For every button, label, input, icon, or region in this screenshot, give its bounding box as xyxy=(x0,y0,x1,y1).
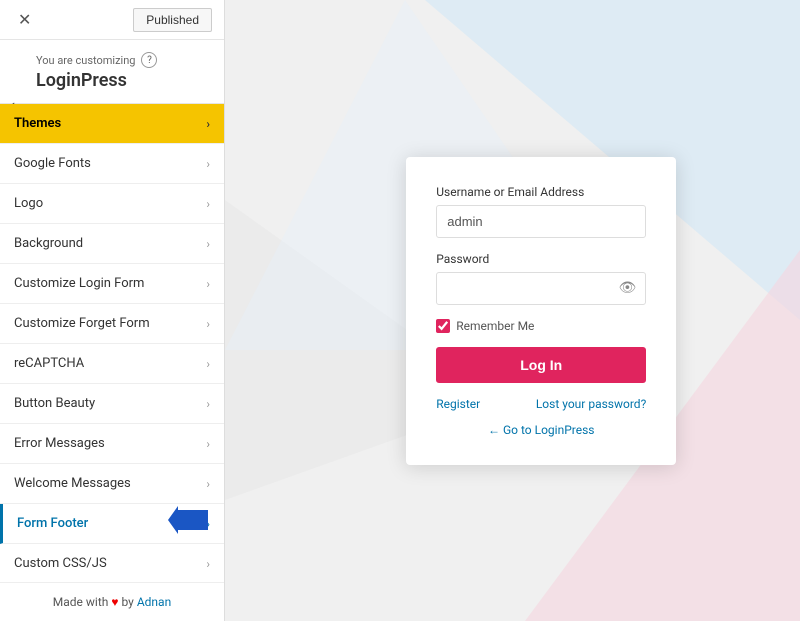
remember-row: Remember Me xyxy=(436,319,646,333)
arrow-customize-forget: › xyxy=(206,317,210,331)
nav-item-form-footer[interactable]: Form Footer › xyxy=(0,504,224,544)
arrow-google-fonts: › xyxy=(206,157,210,171)
blue-arrow-icon xyxy=(168,506,208,534)
password-wrapper: 👁 xyxy=(436,272,646,305)
sidebar-footer: Made with ♥ by Adnan xyxy=(0,582,224,621)
top-bar: ✕ Published xyxy=(0,0,224,40)
username-label: Username or Email Address xyxy=(436,185,646,199)
nav-item-themes[interactable]: Themes › xyxy=(0,104,224,144)
customizing-title: LoginPress xyxy=(36,70,210,91)
sidebar: ✕ Published ‹ You are customizing ? Logi… xyxy=(0,0,225,621)
arrow-logo: › xyxy=(206,197,210,211)
heart-icon: ♥ xyxy=(111,595,118,609)
nav-label-error-messages: Error Messages xyxy=(14,436,105,451)
remember-label: Remember Me xyxy=(456,319,534,333)
nav-label-background: Background xyxy=(14,236,83,251)
nav-item-customize-login[interactable]: Customize Login Form › xyxy=(0,264,224,304)
eye-icon[interactable]: 👁 xyxy=(618,280,636,296)
password-label: Password xyxy=(436,252,646,266)
goto-loginpress: ← Go to LoginPress xyxy=(436,423,646,437)
arrow-themes: › xyxy=(206,117,210,131)
register-link[interactable]: Register xyxy=(436,397,480,411)
published-button[interactable]: Published xyxy=(133,8,212,32)
nav-label-customize-forget: Customize Forget Form xyxy=(14,316,150,331)
customizing-label: You are customizing xyxy=(36,54,135,67)
password-input[interactable] xyxy=(436,272,646,305)
nav-item-button-beauty[interactable]: Button Beauty › xyxy=(0,384,224,424)
arrow-button-beauty: › xyxy=(206,397,210,411)
lost-password-link[interactable]: Lost your password? xyxy=(536,397,646,411)
arrow-error-messages: › xyxy=(206,437,210,451)
nav-label-custom-css: Custom CSS/JS xyxy=(14,556,107,571)
main-preview: Username or Email Address Password 👁 Rem… xyxy=(225,0,800,621)
nav-label-form-footer: Form Footer xyxy=(17,516,88,531)
arrow-background: › xyxy=(206,237,210,251)
login-card: Username or Email Address Password 👁 Rem… xyxy=(406,157,676,465)
arrow-welcome-messages: › xyxy=(206,477,210,491)
goto-link[interactable]: ← Go to LoginPress xyxy=(488,423,594,437)
arrow-recaptcha: › xyxy=(206,357,210,371)
nav-item-welcome-messages[interactable]: Welcome Messages › xyxy=(0,464,224,504)
nav-item-custom-css[interactable]: Custom CSS/JS › xyxy=(0,544,224,582)
nav-label-button-beauty: Button Beauty xyxy=(14,396,95,411)
nav-label-welcome-messages: Welcome Messages xyxy=(14,476,131,491)
nav-label-customize-login: Customize Login Form xyxy=(14,276,144,291)
nav-label-logo: Logo xyxy=(14,196,43,211)
nav-label-recaptcha: reCAPTCHA xyxy=(14,356,84,371)
nav-label-themes: Themes xyxy=(14,116,61,131)
username-input[interactable] xyxy=(436,205,646,238)
nav-item-error-messages[interactable]: Error Messages › xyxy=(0,424,224,464)
help-icon[interactable]: ? xyxy=(141,52,157,68)
nav-item-background[interactable]: Background › xyxy=(0,224,224,264)
form-links: Register Lost your password? xyxy=(436,397,646,411)
nav-item-logo[interactable]: Logo › xyxy=(0,184,224,224)
nav-item-recaptcha[interactable]: reCAPTCHA › xyxy=(0,344,224,384)
nav-label-google-fonts: Google Fonts xyxy=(14,156,91,171)
login-button[interactable]: Log In xyxy=(436,347,646,383)
footer-author-link[interactable]: Adnan xyxy=(137,595,171,609)
password-group: Password 👁 xyxy=(436,252,646,305)
close-button[interactable]: ✕ xyxy=(12,8,37,32)
nav-item-google-fonts[interactable]: Google Fonts › xyxy=(0,144,224,184)
arrow-customize-login: › xyxy=(206,277,210,291)
footer-by: by xyxy=(121,595,133,609)
customizing-section: You are customizing ? LoginPress xyxy=(0,40,224,104)
arrow-custom-css: › xyxy=(206,557,210,571)
username-group: Username or Email Address xyxy=(436,185,646,238)
nav-item-customize-forget[interactable]: Customize Forget Form › xyxy=(0,304,224,344)
nav-list: Themes › Google Fonts › Logo › Backgroun… xyxy=(0,104,224,582)
remember-checkbox[interactable] xyxy=(436,319,450,333)
footer-text: Made with xyxy=(53,595,109,609)
